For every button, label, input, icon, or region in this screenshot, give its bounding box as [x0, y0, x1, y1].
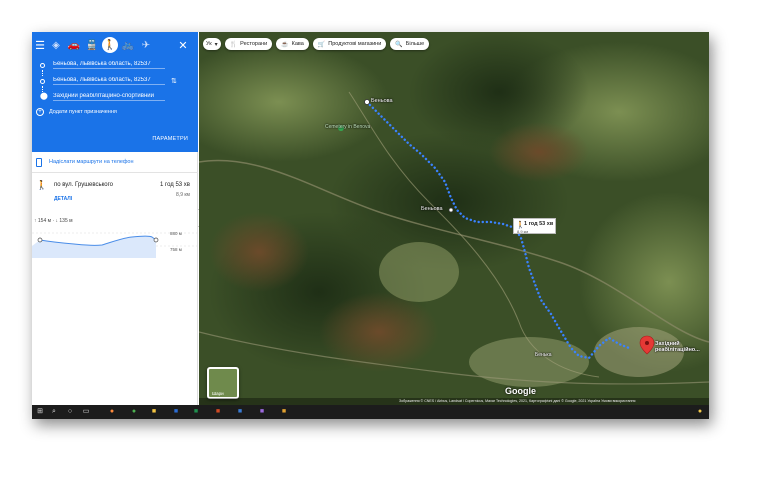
more-chip[interactable]: 🔍 Більше — [390, 38, 430, 50]
search-icon[interactable]: ⌕ — [50, 408, 58, 416]
waypoint-start[interactable]: Беньова, Львівська область, 82537 — [40, 59, 192, 71]
phone-icon — [36, 157, 42, 167]
car-icon[interactable]: 🚗 — [65, 37, 83, 53]
category-chips: Ук ▾ 🍴 Ресторани ☕ Кава 🛒 Продуктові маг… — [203, 38, 430, 52]
swap-icon[interactable]: ⇅ — [171, 77, 177, 85]
route-via: по вул. Грушевського — [54, 182, 114, 188]
cart-icon: 🛒 — [317, 41, 326, 48]
directions-panel: ☰ ◈ 🚗 🚆 🚶 🚲 ✈ ✕ Беньова, Львівська облас… — [32, 32, 198, 405]
excel-icon[interactable]: ■ — [192, 408, 200, 416]
route-start-marker[interactable] — [364, 99, 370, 105]
app-icon[interactable]: ■ — [258, 408, 266, 416]
route-duration: 1 год 53 хв — [160, 182, 190, 188]
chevron-down-icon: ▾ — [214, 41, 218, 48]
coffee-chip[interactable]: ☕ Кава — [276, 38, 309, 50]
firefox-icon[interactable]: ● — [108, 408, 116, 416]
travel-mode-bar: ☰ ◈ 🚗 🚆 🚶 🚲 ✈ ✕ — [32, 36, 198, 54]
os-taskbar: ⊞ ⌕ ○ ▭ ● ● ■ ■ ■ ■ ■ ■ ■ ● — [32, 405, 709, 419]
language-label: Ук — [206, 41, 212, 47]
windows-start-icon[interactable]: ⊞ — [36, 408, 44, 416]
start-dot-icon — [40, 62, 45, 68]
details-link[interactable]: ДЕТАЛІ — [54, 196, 72, 202]
task-view-icon[interactable]: ▭ — [82, 408, 90, 416]
map-view[interactable]: Ук ▾ 🍴 Ресторани ☕ Кава 🛒 Продуктові маг… — [199, 32, 709, 405]
language-chip[interactable]: Ук ▾ — [203, 38, 221, 50]
satellite-imagery — [199, 32, 709, 405]
walking-icon[interactable]: 🚶 — [102, 37, 118, 53]
waypoint-dot-icon — [40, 78, 45, 84]
more-label: Більше — [405, 41, 425, 47]
add-destination-button[interactable]: + Додати пункт призначення — [36, 107, 117, 117]
waypoint-middle[interactable]: Беньова, Львівська область, 82537 ⇅ — [40, 75, 192, 87]
notification-icon[interactable]: ● — [696, 408, 704, 416]
google-logo: Google — [505, 386, 536, 396]
close-icon[interactable]: ✕ — [174, 37, 192, 53]
search-icon: 🔍 — [395, 41, 403, 48]
restaurants-label: Ресторани — [240, 41, 268, 47]
fork-knife-icon: 🍴 — [229, 41, 238, 48]
divider — [32, 172, 198, 173]
town-label[interactable]: Бенька — [535, 352, 552, 358]
add-destination-label: Додати пункт призначення — [49, 109, 117, 115]
bicycle-icon[interactable]: 🚲 — [119, 37, 137, 53]
route-waypoint-marker[interactable] — [448, 207, 454, 213]
send-to-phone-label: Надіслати маршрути на телефон — [49, 159, 134, 165]
word-icon[interactable]: ■ — [172, 408, 180, 416]
folder-icon[interactable]: ■ — [150, 408, 158, 416]
transit-icon[interactable]: 🚆 — [83, 37, 101, 53]
callout-distance: 8,9 км — [517, 229, 529, 234]
elevation-end-marker — [153, 237, 159, 243]
coffee-icon: ☕ — [281, 41, 289, 48]
elevation-start-marker — [37, 237, 43, 243]
cemetery-label[interactable]: Cemetery in Benova — [325, 124, 370, 130]
flight-icon[interactable]: ✈ — [137, 37, 155, 53]
screenshot-frame: ☰ ◈ 🚗 🚆 🚶 🚲 ✈ ✕ Беньова, Львівська облас… — [32, 32, 709, 419]
chrome-icon[interactable]: ● — [130, 408, 138, 416]
groceries-chip[interactable]: 🛒 Продуктові магазини — [312, 38, 387, 50]
waypoint-destination[interactable]: ⬤ Західний реабілітаційно-спортивний — [40, 91, 192, 103]
destination-pin-icon: ⬤ — [40, 93, 48, 100]
elevation-area — [32, 236, 156, 258]
send-to-phone-link[interactable]: Надіслати маршрути на телефон — [36, 157, 134, 167]
elevation-max-label: 880 м — [170, 231, 182, 236]
start-place-label[interactable]: Беньова — [371, 98, 393, 104]
layers-label: Шари — [212, 391, 224, 396]
walking-icon: 🚶 — [36, 180, 48, 190]
start-input[interactable]: Беньова, Львівська область, 82537 — [53, 61, 165, 69]
coffee-label: Кава — [291, 41, 304, 47]
app-icon[interactable]: ■ — [280, 408, 288, 416]
route-duration-callout[interactable]: 🚶 1 год 53 хв 8,9 км — [513, 218, 556, 234]
elevation-chart: 880 м 758 м — [32, 231, 198, 258]
cortana-icon[interactable]: ○ — [66, 408, 74, 416]
powerpoint-icon[interactable]: ■ — [214, 408, 222, 416]
route-distance: 8,9 км — [176, 192, 190, 198]
layers-button[interactable]: Шари — [207, 367, 239, 399]
route-option[interactable]: 🚶 по вул. Грушевського 1 год 53 хв 8,9 к… — [36, 180, 194, 210]
destination-input[interactable]: Західний реабілітаційно-спортивний — [53, 93, 165, 101]
menu-icon[interactable]: ☰ — [33, 37, 47, 53]
restaurants-chip[interactable]: 🍴 Ресторани — [224, 38, 273, 50]
destination-label[interactable]: Західний реабілітаційно... — [655, 341, 709, 353]
village-label[interactable]: Беньова — [421, 206, 443, 212]
callout-time: 1 год 53 хв — [524, 221, 554, 227]
waypoint-input[interactable]: Беньова, Львівська область, 82537 — [53, 77, 165, 85]
mail-icon[interactable]: ■ — [236, 408, 244, 416]
directions-header: ☰ ◈ 🚗 🚆 🚶 🚲 ✈ ✕ Беньова, Львівська облас… — [32, 32, 198, 152]
options-button[interactable]: ПАРАМЕТРИ — [152, 136, 188, 142]
map-attribution: Зображення © CNES / Airbus, Landsat / Co… — [199, 398, 709, 405]
best-route-icon[interactable]: ◈ — [47, 37, 65, 53]
add-icon: + — [36, 108, 44, 116]
groceries-label: Продуктові магазини — [328, 41, 382, 47]
elevation-min-label: 758 м — [170, 247, 182, 252]
